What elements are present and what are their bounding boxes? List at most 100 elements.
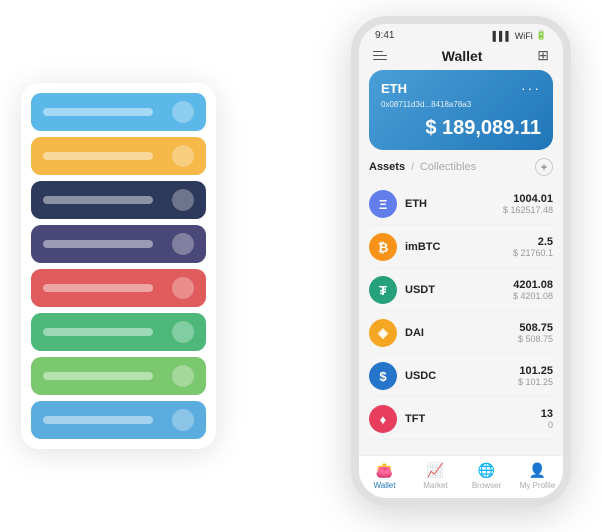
add-asset-button[interactable]: + bbox=[535, 158, 553, 176]
asset-row[interactable]: Ξ ETH 1004.01 $ 162517.48 bbox=[369, 184, 553, 225]
menu-line-3 bbox=[373, 59, 387, 61]
asset-icon: ₿ bbox=[369, 233, 397, 261]
asset-values: 2.5 $ 21760.1 bbox=[513, 236, 553, 258]
phone-content: ETH ··· 0x08711d3d...8418a78a3 $ 189,089… bbox=[359, 70, 563, 455]
tab-collectibles[interactable]: Collectibles bbox=[420, 161, 476, 173]
eth-card-title: ETH bbox=[381, 81, 407, 96]
nav-item-wallet[interactable]: 👛 Wallet bbox=[359, 462, 410, 490]
eth-card-header: ETH ··· bbox=[381, 80, 541, 96]
card-item-bar bbox=[43, 416, 153, 424]
card-item-bar bbox=[43, 152, 153, 160]
asset-usd: $ 162517.48 bbox=[503, 205, 553, 215]
asset-values: 4201.08 $ 4201.08 bbox=[513, 279, 553, 301]
nav-item-my-profile[interactable]: 👤 My Profile bbox=[512, 462, 563, 490]
assets-header: Assets / Collectibles + bbox=[369, 158, 553, 176]
status-time: 9:41 bbox=[375, 30, 394, 41]
card-list-item[interactable] bbox=[31, 137, 206, 175]
nav-label: Wallet bbox=[374, 481, 396, 490]
card-item-icon bbox=[172, 365, 194, 387]
phone-mockup: 9:41 ▌▌▌ WiFi 🔋 Wallet ⊞ ETH ··· bbox=[351, 16, 571, 506]
card-list-item[interactable] bbox=[31, 269, 206, 307]
card-item-icon bbox=[172, 189, 194, 211]
scene: 9:41 ▌▌▌ WiFi 🔋 Wallet ⊞ ETH ··· bbox=[21, 16, 581, 516]
asset-name: DAI bbox=[405, 327, 518, 339]
asset-row[interactable]: ₿ imBTC 2.5 $ 21760.1 bbox=[369, 227, 553, 268]
asset-usd: $ 508.75 bbox=[518, 334, 553, 344]
card-item-bar bbox=[43, 372, 153, 380]
asset-row[interactable]: ♦ TFT 13 0 bbox=[369, 399, 553, 440]
asset-values: 508.75 $ 508.75 bbox=[518, 322, 553, 344]
card-list-item[interactable] bbox=[31, 357, 206, 395]
eth-card-address: 0x08711d3d...8418a78a3 bbox=[381, 100, 541, 109]
nav-icon: 👤 bbox=[529, 462, 546, 479]
asset-icon: ◈ bbox=[369, 319, 397, 347]
card-list-item[interactable] bbox=[31, 225, 206, 263]
card-item-icon bbox=[172, 233, 194, 255]
signal-icon: ▌▌▌ bbox=[493, 31, 512, 41]
tab-divider: / bbox=[411, 162, 414, 173]
asset-values: 1004.01 $ 162517.48 bbox=[503, 193, 553, 215]
asset-amount: 1004.01 bbox=[503, 193, 553, 205]
card-item-icon bbox=[172, 145, 194, 167]
nav-icon: 🌐 bbox=[478, 462, 495, 479]
eth-card-amount: $ 189,089.11 bbox=[381, 117, 541, 140]
asset-list: Ξ ETH 1004.01 $ 162517.48 ₿ imBTC 2.5 $ … bbox=[369, 184, 553, 455]
card-item-icon bbox=[172, 277, 194, 299]
card-item-icon bbox=[172, 409, 194, 431]
nav-item-market[interactable]: 📈 Market bbox=[410, 462, 461, 490]
nav-label: My Profile bbox=[520, 481, 556, 490]
eth-card-menu[interactable]: ··· bbox=[521, 80, 541, 96]
asset-row[interactable]: ◈ DAI 508.75 $ 508.75 bbox=[369, 313, 553, 354]
card-item-bar bbox=[43, 240, 153, 248]
asset-values: 13 0 bbox=[541, 408, 553, 430]
asset-row[interactable]: ₮ USDT 4201.08 $ 4201.08 bbox=[369, 270, 553, 311]
menu-line-1 bbox=[373, 51, 383, 53]
asset-values: 101.25 $ 101.25 bbox=[518, 365, 553, 387]
card-list-item[interactable] bbox=[31, 93, 206, 131]
asset-icon: $ bbox=[369, 362, 397, 390]
card-item-icon bbox=[172, 101, 194, 123]
scan-icon[interactable]: ⊞ bbox=[537, 47, 549, 64]
bottom-nav: 👛 Wallet 📈 Market 🌐 Browser 👤 My Profile bbox=[359, 455, 563, 498]
card-item-bar bbox=[43, 328, 153, 336]
nav-label: Market bbox=[423, 481, 447, 490]
card-list-item[interactable] bbox=[31, 181, 206, 219]
nav-icon: 👛 bbox=[376, 462, 393, 479]
asset-name: ETH bbox=[405, 198, 503, 210]
asset-amount: 2.5 bbox=[513, 236, 553, 248]
eth-card[interactable]: ETH ··· 0x08711d3d...8418a78a3 $ 189,089… bbox=[369, 70, 553, 150]
card-item-bar bbox=[43, 196, 153, 204]
asset-usd: $ 4201.08 bbox=[513, 291, 553, 301]
assets-tabs: Assets / Collectibles bbox=[369, 161, 476, 173]
nav-icon: 📈 bbox=[427, 462, 444, 479]
nav-item-browser[interactable]: 🌐 Browser bbox=[461, 462, 512, 490]
status-icons: ▌▌▌ WiFi 🔋 bbox=[493, 30, 547, 41]
asset-name: USDC bbox=[405, 370, 518, 382]
asset-name: imBTC bbox=[405, 241, 513, 253]
asset-icon: ₮ bbox=[369, 276, 397, 304]
card-item-bar bbox=[43, 108, 153, 116]
menu-icon[interactable] bbox=[373, 51, 387, 61]
tab-assets[interactable]: Assets bbox=[369, 161, 405, 173]
phone-title: Wallet bbox=[442, 48, 483, 64]
nav-label: Browser bbox=[472, 481, 501, 490]
card-list-item[interactable] bbox=[31, 313, 206, 351]
battery-icon: 🔋 bbox=[536, 30, 547, 41]
card-list-item[interactable] bbox=[31, 401, 206, 439]
card-list bbox=[21, 83, 216, 449]
asset-row[interactable]: $ USDC 101.25 $ 101.25 bbox=[369, 356, 553, 397]
asset-amount: 508.75 bbox=[518, 322, 553, 334]
asset-name: USDT bbox=[405, 284, 513, 296]
card-item-icon bbox=[172, 321, 194, 343]
app-header: Wallet ⊞ bbox=[359, 43, 563, 70]
asset-amount: 4201.08 bbox=[513, 279, 553, 291]
asset-amount: 101.25 bbox=[518, 365, 553, 377]
asset-amount: 13 bbox=[541, 408, 553, 420]
asset-usd: $ 21760.1 bbox=[513, 248, 553, 258]
asset-icon: Ξ bbox=[369, 190, 397, 218]
asset-usd: 0 bbox=[541, 420, 553, 430]
asset-name: TFT bbox=[405, 413, 541, 425]
wifi-icon: WiFi bbox=[515, 31, 533, 41]
status-bar: 9:41 ▌▌▌ WiFi 🔋 bbox=[359, 24, 563, 43]
card-item-bar bbox=[43, 284, 153, 292]
